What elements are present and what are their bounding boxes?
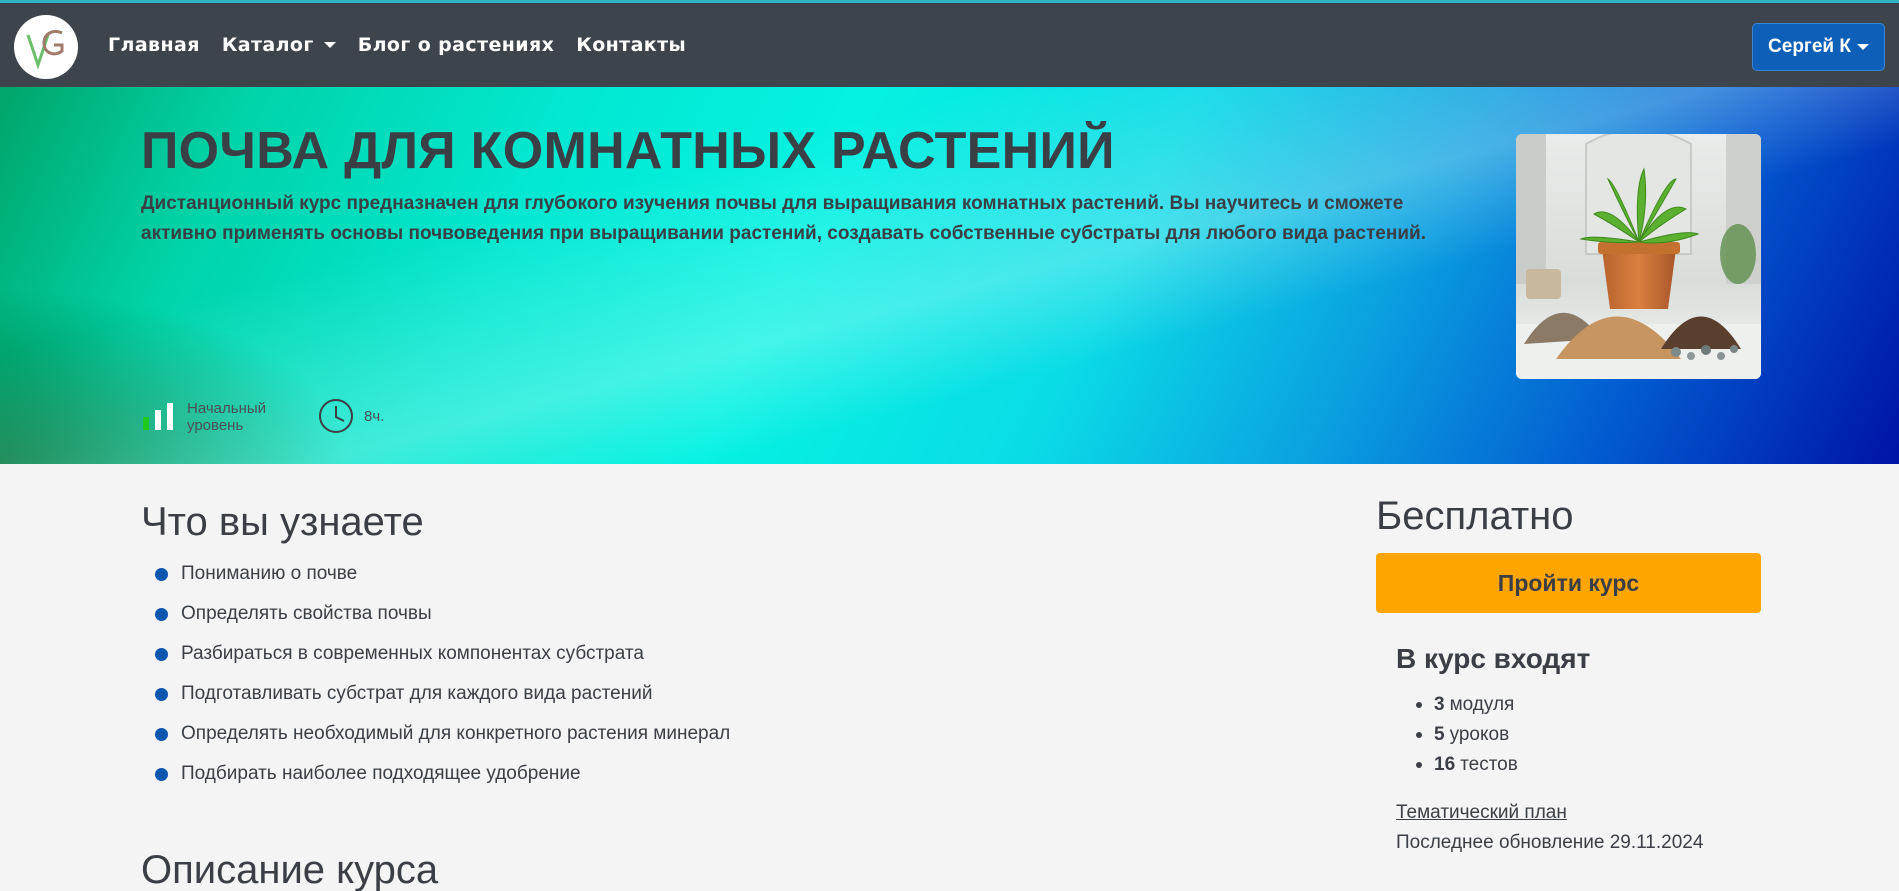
- list-item: Подбирать наиболее подходящее удобрение: [155, 754, 730, 794]
- list-item: Определять свойства почвы: [155, 594, 730, 634]
- tests-label: тестов: [1460, 754, 1518, 775]
- vg-logo-icon: [15, 16, 77, 78]
- includes-title: В курс входят: [1396, 643, 1591, 674]
- includes-list: 3 модуля 5 уроков 16 тестов: [1416, 690, 1518, 780]
- bullet-dot-icon: [155, 567, 168, 581]
- chevron-down-icon: [1856, 44, 1869, 50]
- course-price: Бесплатно: [1376, 494, 1574, 538]
- list-item: 3 модуля: [1416, 690, 1518, 720]
- level-line-2: уровень: [187, 417, 244, 434]
- learn-item-text: Подбирать наиболее подходящее удобрение: [181, 763, 581, 784]
- modules-count: 3: [1434, 694, 1445, 715]
- course-image: [1516, 134, 1761, 379]
- level-text: Начальный уровень: [187, 400, 266, 434]
- bullet-icon: [1416, 732, 1422, 738]
- course-description: Дистанционный курс предназначен для глуб…: [141, 193, 1426, 244]
- list-item: Определять необходимый для конкретного р…: [155, 714, 730, 754]
- learn-list: Пониманию о почве Определять свойства по…: [155, 554, 730, 794]
- modules-label: модуля: [1449, 694, 1515, 715]
- course-duration: 8ч.: [318, 398, 384, 434]
- learn-item-text: Определять свойства почвы: [181, 603, 432, 624]
- list-item: Разбираться в современных компонентах су…: [155, 634, 730, 674]
- user-menu-button[interactable]: Сергей К: [1752, 23, 1885, 71]
- start-course-button[interactable]: Пройти курс: [1376, 553, 1761, 613]
- user-name: Сергей К: [1768, 36, 1851, 57]
- clock-icon: [319, 399, 353, 433]
- bullet-dot-icon: [155, 767, 168, 781]
- bullet-dot-icon: [155, 687, 168, 701]
- list-item: 16 тестов: [1416, 750, 1518, 780]
- course-title: ПОЧВА ДЛЯ КОМНАТНЫХ РАСТЕНИЙ: [141, 122, 1115, 180]
- bullet-dot-icon: [155, 727, 168, 741]
- learn-item-text: Пониманию о почве: [181, 563, 358, 584]
- lessons-label: уроков: [1449, 724, 1510, 745]
- nav-catalog[interactable]: Каталог: [222, 34, 336, 56]
- plant-pot-soil-image: [1516, 134, 1761, 379]
- nav-contacts[interactable]: Контакты: [576, 34, 686, 56]
- learn-item-text: Определять необходимый для конкретного р…: [181, 723, 731, 744]
- lessons-count: 5: [1434, 724, 1445, 745]
- tests-count: 16: [1434, 754, 1456, 775]
- list-item: Подготавливать субстрат для каждого вида…: [155, 674, 730, 714]
- bullet-dot-icon: [155, 607, 168, 621]
- list-item: 5 уроков: [1416, 720, 1518, 750]
- duration-text: 8ч.: [364, 407, 385, 425]
- signal-bars-icon: [143, 403, 173, 430]
- nav-blog[interactable]: Блог о растениях: [358, 34, 555, 56]
- list-item: Пониманию о почве: [155, 554, 730, 594]
- last-updated: Последнее обновление 29.11.2024: [1396, 832, 1704, 853]
- top-navbar: Главная Каталог Блог о растениях Контакт…: [0, 0, 1899, 87]
- site-logo[interactable]: [14, 15, 78, 79]
- nav-catalog-label: Каталог: [221, 34, 314, 56]
- description-section-title: Описание курса: [141, 848, 439, 891]
- thematic-plan-link[interactable]: Тематический план: [1396, 802, 1567, 824]
- bullet-dot-icon: [155, 647, 168, 661]
- chevron-down-icon: [323, 42, 336, 48]
- nav-home[interactable]: Главная: [108, 34, 200, 56]
- learn-section-title: Что вы узнаете: [141, 500, 424, 544]
- learn-item-text: Разбираться в современных компонентах су…: [181, 643, 644, 664]
- main-nav: Главная Каталог Блог о растениях Контакт…: [108, 3, 708, 87]
- bullet-icon: [1416, 762, 1422, 768]
- level-line-1: Начальный: [187, 400, 267, 417]
- course-hero: ПОЧВА ДЛЯ КОМНАТНЫХ РАСТЕНИЙ Дистанционн…: [0, 87, 1899, 464]
- course-level: Начальный уровень: [141, 400, 266, 434]
- bullet-icon: [1416, 702, 1422, 708]
- learn-item-text: Подготавливать субстрат для каждого вида…: [181, 683, 653, 704]
